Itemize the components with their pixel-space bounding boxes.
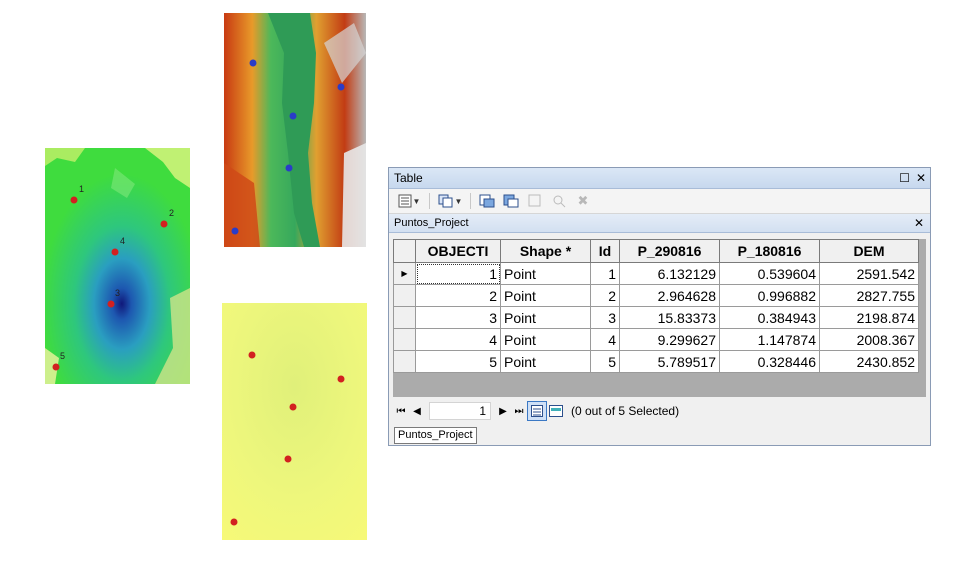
point-label: 4 (120, 236, 125, 246)
switch-selection-icon (503, 194, 519, 208)
cell-objectid[interactable]: 2 (415, 284, 501, 307)
attribute-grid: OBJECTI Shape * Id P_290816 P_180816 DEM… (393, 239, 926, 397)
related-tables-icon (438, 194, 453, 208)
window-title: Table (394, 171, 423, 185)
cell-p290816[interactable]: 6.132129 (619, 262, 720, 285)
point-label: 2 (169, 208, 174, 218)
show-selected-records-button[interactable] (547, 402, 565, 420)
cell-p180816[interactable]: 0.539604 (719, 262, 820, 285)
cell-objectid[interactable]: 1 (415, 262, 501, 285)
table-row[interactable]: 3 Point 3 15.83373 0.384943 2198.874 (393, 306, 919, 329)
cell-id[interactable]: 1 (590, 262, 620, 285)
select-all-header[interactable] (393, 239, 416, 263)
cell-dem[interactable]: 2827.755 (819, 284, 919, 307)
cell-dem[interactable]: 2430.852 (819, 350, 919, 373)
delete-icon: ✖ (577, 193, 589, 208)
column-header-objectid[interactable]: OBJECTI (415, 239, 501, 263)
cell-dem[interactable]: 2591.542 (819, 262, 919, 285)
close-tab-icon[interactable]: ✕ (914, 214, 924, 232)
cell-dem[interactable]: 2198.874 (819, 306, 919, 329)
cell-id[interactable]: 3 (590, 306, 620, 329)
show-all-records-button[interactable] (527, 401, 547, 421)
selected-records-icon (549, 405, 563, 417)
zoom-to-selected-icon (553, 195, 566, 208)
table-titlebar: Table ☐ ✕ (389, 168, 930, 189)
select-by-attributes-icon (479, 194, 495, 208)
point-label: 1 (79, 184, 84, 194)
row-selector[interactable] (393, 350, 416, 373)
column-header-id[interactable]: Id (590, 239, 620, 263)
next-record-icon[interactable]: ▶ (495, 406, 511, 417)
column-header-shape[interactable]: Shape * (500, 239, 591, 263)
selection-status: (0 out of 5 Selected) (571, 404, 680, 418)
related-tables-menu[interactable]: ▼ (436, 192, 464, 210)
cell-p180816[interactable]: 0.328446 (719, 350, 820, 373)
bottom-table-tab[interactable]: Puntos_Project (394, 427, 477, 444)
cell-id[interactable]: 2 (590, 284, 620, 307)
table-tab-header: Puntos_Project ✕ (389, 214, 930, 233)
restore-icon[interactable]: ☐ (899, 172, 910, 184)
cell-p290816[interactable]: 2.964628 (619, 284, 720, 307)
attribute-table: OBJECTI Shape * Id P_290816 P_180816 DEM… (393, 239, 919, 373)
cell-p290816[interactable]: 9.299627 (619, 328, 720, 351)
cell-p180816[interactable]: 0.384943 (719, 306, 820, 329)
current-record-field[interactable]: 1 (429, 402, 491, 420)
cell-shape[interactable]: Point (500, 350, 591, 373)
cell-p290816[interactable]: 5.789517 (619, 350, 720, 373)
cell-shape[interactable]: Point (500, 306, 591, 329)
table-row[interactable]: 2 Point 2 2.964628 0.996882 2827.755 (393, 284, 919, 307)
all-records-icon (531, 405, 543, 417)
row-selector[interactable] (393, 284, 416, 307)
column-header-p180816[interactable]: P_180816 (719, 239, 820, 263)
column-header-p290816[interactable]: P_290816 (619, 239, 720, 263)
table-toolbar: ▼ ▼ ✖ (389, 189, 930, 214)
header-row: OBJECTI Shape * Id P_290816 P_180816 DEM (393, 239, 919, 263)
previous-record-icon[interactable]: ◀ (409, 406, 425, 417)
cell-p180816[interactable]: 1.147874 (719, 328, 820, 351)
clear-selection-icon (528, 194, 541, 207)
table-tab-title: Puntos_Project (394, 217, 469, 229)
cell-objectid[interactable]: 3 (415, 306, 501, 329)
row-selector-current-icon[interactable]: ▶ (393, 262, 416, 285)
table-row[interactable]: 4 Point 4 9.299627 1.147874 2008.367 (393, 328, 919, 351)
cell-p180816[interactable]: 0.996882 (719, 284, 820, 307)
select-by-attributes-button[interactable] (477, 192, 497, 210)
record-navigation-bar: ⏮ ◀ 1 ▶ ⏭ (0 out of 5 Selected) (393, 400, 926, 422)
cell-p290816[interactable]: 15.83373 (619, 306, 720, 329)
clear-selection-button[interactable] (525, 192, 545, 210)
row-selector[interactable] (393, 328, 416, 351)
point-label: 5 (60, 351, 65, 361)
switch-selection-button[interactable] (501, 192, 521, 210)
cell-objectid[interactable]: 5 (415, 350, 501, 373)
table-options-menu[interactable]: ▼ (395, 192, 423, 210)
close-icon[interactable]: ✕ (916, 172, 926, 184)
cell-dem[interactable]: 2008.367 (819, 328, 919, 351)
cell-objectid[interactable]: 4 (415, 328, 501, 351)
cell-id[interactable]: 4 (590, 328, 620, 351)
first-record-icon[interactable]: ⏮ (393, 406, 409, 417)
last-record-icon[interactable]: ⏭ (511, 406, 527, 417)
table-row[interactable]: 5 Point 5 5.789517 0.328446 2430.852 (393, 350, 919, 373)
cell-shape[interactable]: Point (500, 262, 591, 285)
dem-map-green: 1 2 4 3 5 (45, 148, 190, 384)
point-label: 3 (115, 288, 120, 298)
cell-shape[interactable]: Point (500, 328, 591, 351)
delete-selected-button[interactable]: ✖ (573, 192, 593, 210)
table-window: Table ☐ ✕ ▼ ▼ ✖ Puntos_Project ✕ OBJECTI (388, 167, 931, 446)
zoom-to-selected-button[interactable] (549, 192, 569, 210)
cell-id[interactable]: 5 (590, 350, 620, 373)
yellow-raster-map (222, 303, 367, 540)
table-options-icon (398, 194, 412, 208)
row-selector[interactable] (393, 306, 416, 329)
table-row[interactable]: ▶ 1 Point 1 6.132129 0.539604 2591.542 (393, 262, 919, 285)
cell-shape[interactable]: Point (500, 284, 591, 307)
column-header-dem[interactable]: DEM (819, 239, 919, 263)
hillshade-relief-map (224, 13, 366, 247)
